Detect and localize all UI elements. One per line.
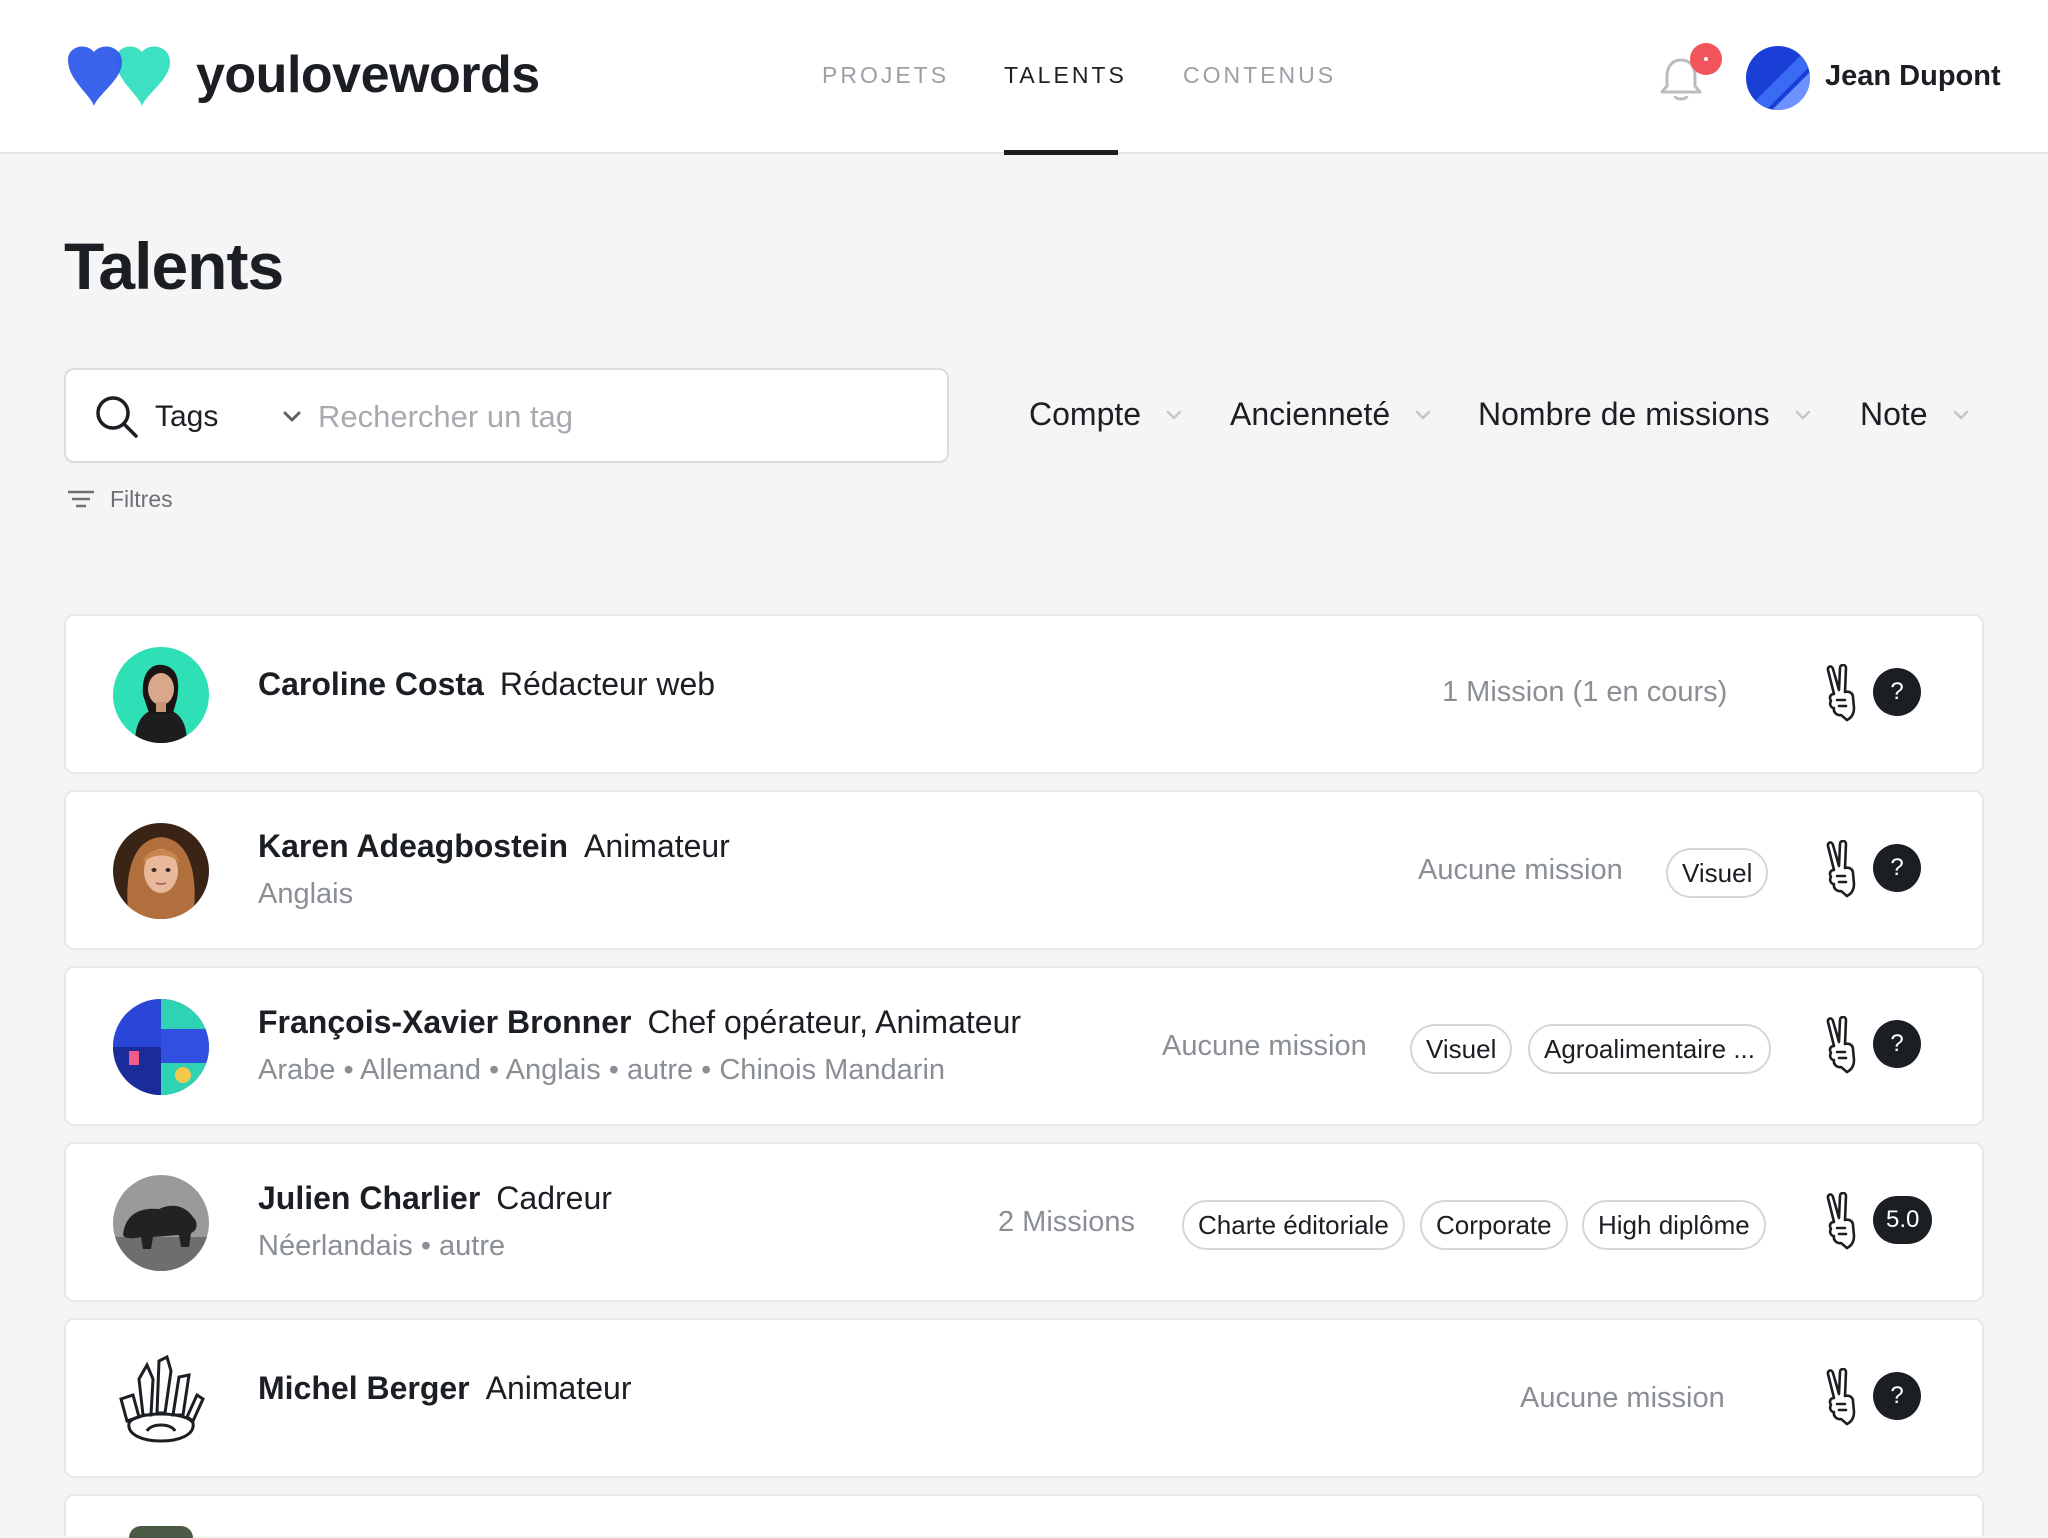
user-name[interactable]: Jean Dupont (1825, 60, 2001, 93)
talent-role: Animateur (583, 828, 730, 864)
talent-name-line: Karen Adeagbostein Animateur (258, 828, 730, 865)
rating-badge[interactable]: ? (1873, 1372, 1921, 1420)
talent-name[interactable]: François-Xavier Bronner (258, 1004, 631, 1040)
talent-name[interactable]: Michel Berger (258, 1370, 470, 1406)
talent-name-line: Caroline Costa Rédacteur web (258, 666, 715, 703)
talent-tag[interactable]: Visuel (1666, 848, 1769, 898)
filter-note[interactable]: Note (1860, 396, 1972, 433)
tags-select-label[interactable]: Tags (155, 400, 218, 434)
filter-compte-label: Compte (1029, 396, 1142, 432)
talent-tag[interactable]: Agroalimentaire ... (1528, 1024, 1771, 1074)
chevron-down-icon[interactable] (280, 404, 304, 428)
victory-hand-icon[interactable] (1823, 664, 1861, 722)
talent-role: Cadreur (496, 1180, 612, 1216)
talent-languages: Arabe • Allemand • Anglais • autre • Chi… (258, 1054, 946, 1086)
talent-name-line: Julien Charlier Cadreur (258, 1180, 612, 1217)
user-avatar[interactable] (1746, 46, 1810, 110)
talent-card[interactable]: François-Xavier Bronner Chef opérateur, A… (64, 966, 1984, 1126)
chevron-down-icon (1166, 410, 1182, 420)
talent-tag[interactable]: Charte éditoriale (1182, 1200, 1405, 1250)
search-input[interactable] (316, 392, 920, 442)
talent-card[interactable]: Julien Charlier Cadreur Néerlandais • aut… (64, 1142, 1984, 1302)
victory-hand-icon[interactable] (1823, 1368, 1861, 1426)
filter-compte[interactable]: Compte (1029, 396, 1185, 433)
avatar (113, 999, 209, 1095)
mission-count: 2 Missions (998, 1206, 1135, 1238)
filter-nombre-missions-label: Nombre de missions (1478, 396, 1770, 432)
mission-count: Aucune mission (1520, 1382, 1725, 1414)
talent-role: Chef opérateur, Animateur (647, 1004, 1022, 1040)
talent-tag[interactable]: High diplôme (1582, 1200, 1766, 1250)
filtres-label: Filtres (110, 486, 173, 512)
tab-contenus[interactable]: CONTENUS (1183, 62, 1336, 89)
victory-hand-icon[interactable] (1823, 1016, 1861, 1074)
top-header: youlovewords PROJETS TALENTS CONTENUS Je… (0, 0, 2048, 155)
avatar (129, 1526, 193, 1538)
tab-talents[interactable]: TALENTS (1004, 62, 1127, 89)
talent-name[interactable]: Julien Charlier (258, 1180, 480, 1216)
avatar (113, 1175, 209, 1271)
avatar (113, 1351, 209, 1447)
search-icon (96, 396, 138, 438)
talent-name[interactable]: Karen Adeagbostein (258, 828, 568, 864)
tag-search-box[interactable]: Tags (64, 368, 949, 463)
filter-anciennete[interactable]: Ancienneté (1230, 396, 1434, 433)
main-nav: PROJETS TALENTS CONTENUS (0, 0, 2048, 155)
rating-badge[interactable]: ? (1873, 844, 1921, 892)
talent-role: Rédacteur web (499, 666, 716, 702)
tab-projets[interactable]: PROJETS (822, 62, 949, 89)
talent-languages: Néerlandais • autre (258, 1230, 506, 1262)
mission-count: Aucune mission (1162, 1030, 1367, 1062)
talent-role: Animateur (485, 1370, 632, 1406)
rating-badge[interactable]: 5.0 (1873, 1196, 1933, 1244)
mission-count: Aucune mission (1418, 854, 1623, 886)
filter-nombre-missions[interactable]: Nombre de missions (1478, 396, 1814, 433)
talent-card[interactable]: Caroline Costa Rédacteur web 1 Mission (1… (64, 614, 1984, 774)
talent-name[interactable]: Caroline Costa (258, 666, 484, 702)
notification-badge (1690, 43, 1722, 75)
talent-languages: Anglais (258, 878, 354, 910)
talent-card[interactable] (64, 1494, 1984, 1538)
chevron-down-icon (1415, 410, 1431, 420)
filter-anciennete-label: Ancienneté (1230, 396, 1391, 432)
rating-badge[interactable]: ? (1873, 1020, 1921, 1068)
chevron-down-icon (1953, 410, 1968, 420)
victory-hand-icon[interactable] (1823, 840, 1861, 898)
filter-note-label: Note (1860, 396, 1928, 432)
avatar (113, 823, 209, 919)
rating-badge[interactable]: ? (1873, 668, 1921, 716)
talent-name-line: Michel Berger Animateur (258, 1370, 631, 1407)
talent-name-line: François-Xavier Bronner Chef opérateur, A… (258, 1004, 1021, 1041)
chevron-down-icon (1795, 410, 1810, 420)
talent-tag[interactable]: Corporate (1420, 1200, 1568, 1250)
filtres-toggle[interactable]: Filtres (66, 486, 173, 513)
active-tab-indicator (1004, 150, 1118, 155)
victory-hand-icon[interactable] (1823, 1192, 1861, 1250)
mission-count: 1 Mission (1 en cours) (1442, 676, 1728, 708)
talent-card[interactable]: Karen Adeagbostein Animateur Anglais Aucu… (64, 790, 1984, 950)
talent-card[interactable]: Michel Berger Animateur Aucune mission ? (64, 1318, 1984, 1478)
avatar (113, 647, 209, 743)
talent-tag[interactable]: Visuel (1410, 1024, 1513, 1074)
filter-lines-icon (68, 490, 94, 507)
page-title: Talents (64, 229, 284, 303)
